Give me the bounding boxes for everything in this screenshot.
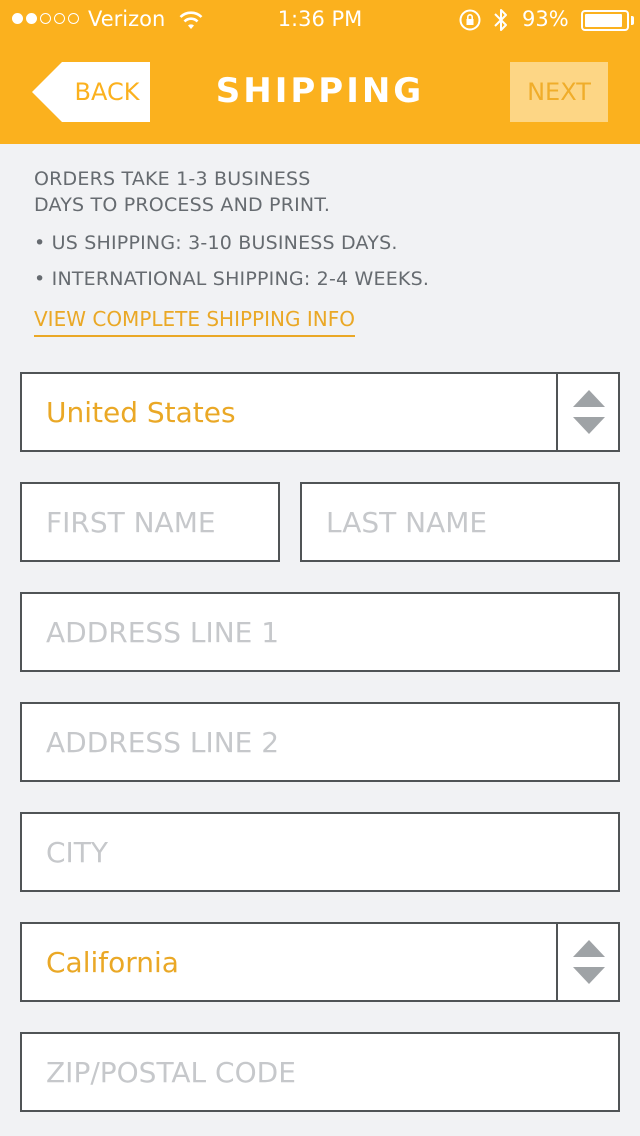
state-value: California xyxy=(46,945,179,979)
city-field-box xyxy=(20,812,620,892)
last-name-field-box xyxy=(300,482,620,562)
arrow-up-icon xyxy=(573,390,605,407)
arrow-down-icon xyxy=(573,417,605,434)
arrow-down-icon xyxy=(573,967,605,984)
last-name-input[interactable] xyxy=(302,484,618,560)
arrow-up-icon xyxy=(573,940,605,957)
page-title: SHIPPING xyxy=(215,71,425,111)
us-shipping-note: • US SHIPPING: 3-10 BUSINESS DAYS. xyxy=(34,232,398,254)
international-shipping-note: • INTERNATIONAL SHIPPING: 2-4 WEEKS. xyxy=(34,268,430,290)
battery-percentage: 93% xyxy=(522,7,569,31)
city-input[interactable] xyxy=(22,814,618,890)
bluetooth-icon xyxy=(494,9,507,31)
battery-icon xyxy=(581,10,629,31)
info-text-line: ORDERS TAKE 1-3 BUSINESS xyxy=(34,168,311,190)
select-arrows xyxy=(556,374,618,450)
first-name-input[interactable] xyxy=(22,484,278,560)
info-text-line: DAYS TO PROCESS AND PRINT. xyxy=(34,194,331,216)
country-select[interactable]: United States xyxy=(20,372,620,452)
status-bar: Verizon 1:36 PM 93% xyxy=(0,0,640,40)
address-line-1-input[interactable] xyxy=(22,594,618,670)
address-line-1-field-box xyxy=(20,592,620,672)
address-line-2-input[interactable] xyxy=(22,704,618,780)
header: Verizon 1:36 PM 93% BACK SHIPPING NEXT xyxy=(0,0,640,144)
zip-field-box xyxy=(20,1032,620,1112)
address-line-2-field-box xyxy=(20,702,620,782)
battery-level xyxy=(585,14,623,27)
first-name-field-box xyxy=(20,482,280,562)
shipping-info-link[interactable]: VIEW COMPLETE SHIPPING INFO xyxy=(34,307,355,337)
state-select[interactable]: California xyxy=(20,922,620,1002)
next-button[interactable]: NEXT xyxy=(510,62,608,122)
back-button-label: BACK xyxy=(74,78,140,106)
back-button[interactable]: BACK xyxy=(32,62,150,122)
zip-input[interactable] xyxy=(22,1034,618,1110)
rotation-lock-icon xyxy=(459,9,481,31)
select-arrows xyxy=(556,924,618,1000)
battery-tip xyxy=(631,16,634,25)
country-value: United States xyxy=(46,395,236,429)
